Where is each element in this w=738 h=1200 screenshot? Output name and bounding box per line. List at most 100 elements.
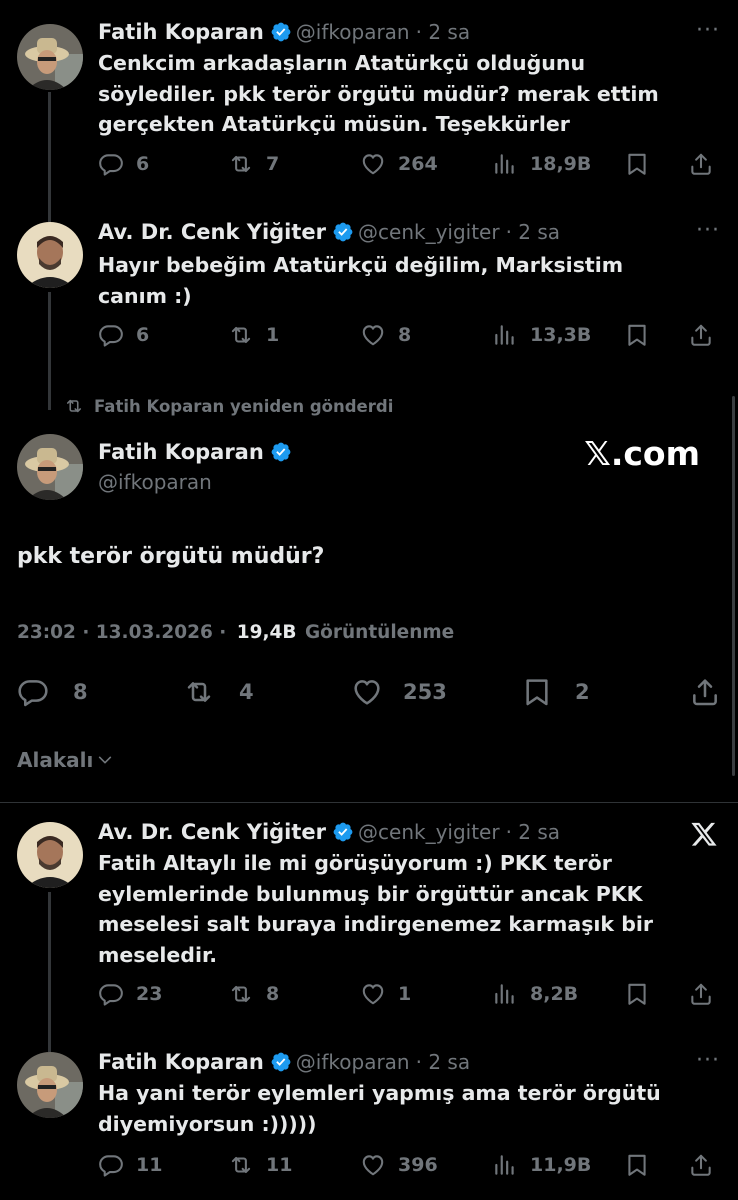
reply-icon xyxy=(98,151,124,177)
share-button[interactable] xyxy=(688,322,726,348)
repost-button[interactable]: 8 xyxy=(228,981,279,1007)
views-count: 19,4B xyxy=(236,622,297,643)
tweet-actions: 11 11 396 11,9B xyxy=(98,1152,718,1182)
reply-icon xyxy=(98,322,124,348)
bookmark-icon xyxy=(624,322,650,348)
bookmark-button[interactable] xyxy=(624,981,662,1007)
heart-icon xyxy=(360,322,386,348)
repost-button[interactable]: 4 xyxy=(183,676,254,708)
views-button[interactable]: 11,9B xyxy=(492,1152,591,1178)
share-icon xyxy=(688,981,714,1007)
reply-button[interactable]: 8 xyxy=(17,676,88,708)
bookmark-button[interactable]: 2 xyxy=(521,676,590,708)
author-handle[interactable]: @ifkoparan xyxy=(296,1050,410,1074)
views-icon xyxy=(492,322,518,348)
author-handle[interactable]: @cenk_yigiter xyxy=(358,820,500,844)
author-name[interactable]: Fatih Koparan xyxy=(98,440,264,464)
post-time[interactable]: · 2 sa xyxy=(416,20,470,44)
avatar[interactable] xyxy=(17,822,83,888)
author-name[interactable]: Av. Dr. Cenk Yiğiter xyxy=(98,820,326,844)
repost-icon xyxy=(64,396,84,416)
x-logo-icon xyxy=(690,820,718,848)
like-button[interactable]: 8 xyxy=(360,322,411,348)
reply-icon xyxy=(98,981,124,1007)
repost-icon xyxy=(228,1152,254,1178)
share-button[interactable] xyxy=(689,676,733,708)
author-handle[interactable]: @ifkoparan xyxy=(98,470,212,494)
views-label: Görüntülenme xyxy=(304,622,455,643)
post-time[interactable]: · 2 sa xyxy=(506,820,560,844)
author-name[interactable]: Fatih Koparan xyxy=(98,20,264,44)
views-button[interactable]: 8,2B xyxy=(492,981,578,1007)
bookmark-button[interactable] xyxy=(624,322,662,348)
more-options-icon[interactable]: ··· xyxy=(696,1048,720,1073)
x-com-watermark: 𝕏.com xyxy=(584,434,700,473)
repost-icon xyxy=(228,151,254,177)
tweet-text: Hayır bebeğim Atatürkçü değilim, Marksis… xyxy=(98,253,624,308)
share-button[interactable] xyxy=(688,981,726,1007)
timestamp[interactable]: 23:02 · 13.03.2026 · xyxy=(17,622,226,643)
views-icon xyxy=(492,981,518,1007)
heart-icon xyxy=(351,676,383,708)
author-handle[interactable]: @ifkoparan xyxy=(296,20,410,44)
views-button[interactable]: 18,9B xyxy=(492,151,591,177)
share-icon xyxy=(688,322,714,348)
like-button[interactable]: 264 xyxy=(360,151,438,177)
main-tweet-meta: 23:02 · 13.03.2026 · 19,4B Görüntülenme xyxy=(17,622,454,643)
verified-badge-icon xyxy=(270,1051,292,1073)
share-button[interactable] xyxy=(688,151,726,177)
more-options-icon[interactable]: ··· xyxy=(696,18,720,43)
repost-icon xyxy=(228,322,254,348)
views-icon xyxy=(492,1152,518,1178)
avatar[interactable] xyxy=(17,222,83,288)
post-time[interactable]: · 2 sa xyxy=(416,1050,470,1074)
share-icon xyxy=(688,151,714,177)
main-tweet-actions: 8 4 253 2 xyxy=(17,676,721,710)
heart-icon xyxy=(360,1152,386,1178)
bookmark-icon xyxy=(521,676,553,708)
like-button[interactable]: 1 xyxy=(360,981,411,1007)
bookmark-icon xyxy=(624,151,650,177)
reply-button[interactable]: 11 xyxy=(98,1152,162,1178)
avatar[interactable] xyxy=(17,434,83,500)
share-icon xyxy=(688,1152,714,1178)
heart-icon xyxy=(360,151,386,177)
more-options-icon[interactable]: ··· xyxy=(696,218,720,243)
views-button[interactable]: 13,3B xyxy=(492,322,591,348)
reply-button[interactable]: 6 xyxy=(98,322,149,348)
bookmark-button[interactable] xyxy=(624,151,662,177)
views-icon xyxy=(492,151,518,177)
author-name[interactable]: Av. Dr. Cenk Yiğiter xyxy=(98,220,326,244)
tweet-text: Cenkcim arkadaşların Atatürkçü olduğunu … xyxy=(98,51,659,136)
repost-button[interactable]: 11 xyxy=(228,1152,292,1178)
tweet-actions: 6 7 264 18,9B xyxy=(98,151,718,181)
share-button[interactable] xyxy=(688,1152,726,1178)
avatar[interactable] xyxy=(17,24,83,90)
repost-icon xyxy=(183,676,215,708)
repost-button[interactable]: 1 xyxy=(228,322,279,348)
verified-badge-icon xyxy=(270,21,292,43)
bookmark-button[interactable] xyxy=(624,1152,662,1178)
reply-button[interactable]: 6 xyxy=(98,151,149,177)
author-name[interactable]: Fatih Koparan xyxy=(98,1050,264,1074)
like-button[interactable]: 253 xyxy=(351,676,447,708)
scrollbar[interactable] xyxy=(732,396,735,776)
bookmark-icon xyxy=(624,981,650,1007)
avatar[interactable] xyxy=(17,1052,83,1118)
reply-icon xyxy=(98,1152,124,1178)
reply-button[interactable]: 23 xyxy=(98,981,162,1007)
tweet-actions: 23 8 1 8,2B xyxy=(98,981,718,1011)
verified-badge-icon xyxy=(332,221,354,243)
share-icon xyxy=(689,676,721,708)
verified-badge-icon xyxy=(332,821,354,843)
repost-icon xyxy=(228,981,254,1007)
repost-banner[interactable]: Fatih Koparan yeniden gönderdi xyxy=(64,396,393,416)
author-handle[interactable]: @cenk_yigiter xyxy=(358,220,500,244)
tweet-text: Ha yani terör eylemleri yapmış ama terör… xyxy=(98,1081,661,1136)
verified-badge-icon xyxy=(270,441,292,463)
post-time[interactable]: · 2 sa xyxy=(506,220,560,244)
sort-dropdown[interactable]: Alakalı xyxy=(17,748,113,772)
like-button[interactable]: 396 xyxy=(360,1152,438,1178)
repost-button[interactable]: 7 xyxy=(228,151,279,177)
tweet-text: Fatih Altaylı ile mi görüşüyorum :) PKK … xyxy=(98,851,654,967)
